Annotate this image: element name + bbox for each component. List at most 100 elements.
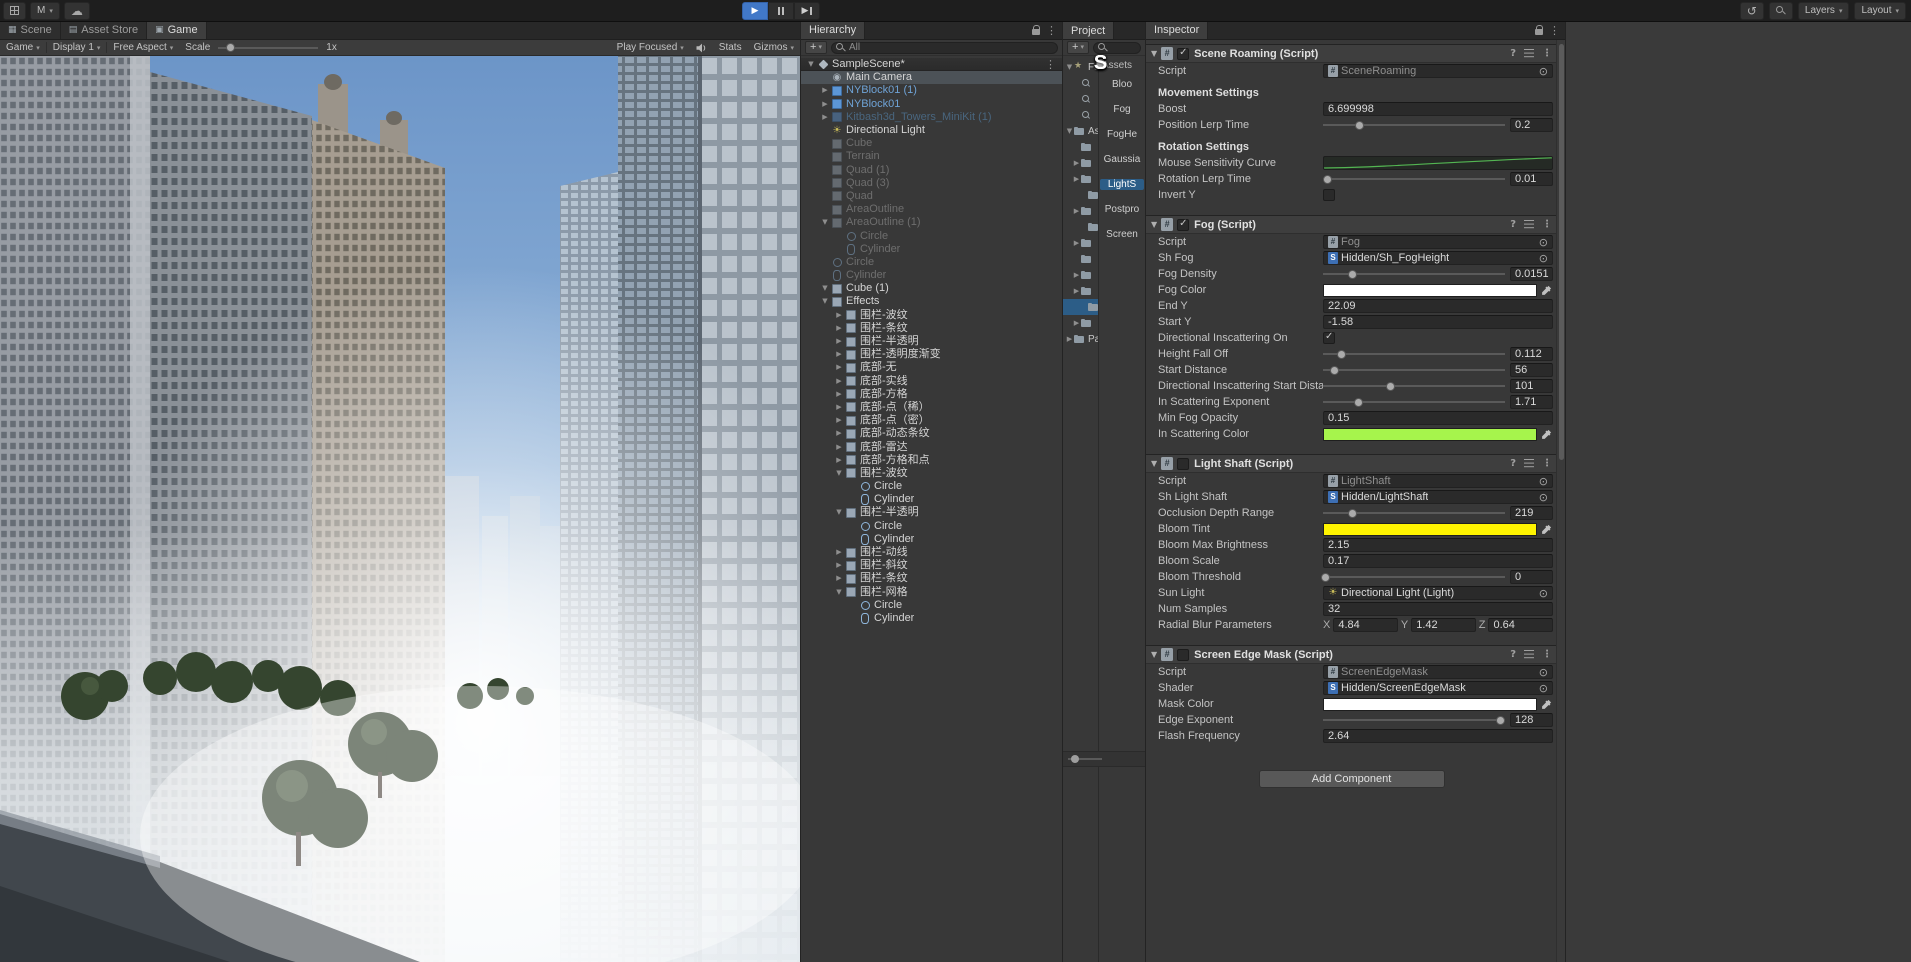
checkbox[interactable]	[1323, 331, 1335, 344]
text-field[interactable]: 2.64	[1323, 729, 1553, 743]
hierarchy-item[interactable]: ▶ 围栏-半透明	[801, 335, 1062, 348]
foldout-closed-icon[interactable]: ▶	[1072, 175, 1081, 183]
object-picker-icon[interactable]: ⊙	[1539, 683, 1548, 694]
slider-thumb[interactable]	[1386, 381, 1396, 391]
kebab-menu-icon[interactable]: ⋮	[1542, 649, 1552, 660]
object-picker-icon[interactable]: ⊙	[1539, 237, 1548, 248]
object-picker-icon[interactable]: ⊙	[1539, 667, 1548, 678]
project-folder-row[interactable]	[1063, 251, 1098, 267]
foldout-open-icon[interactable]: ▼	[819, 282, 831, 295]
slider-thumb[interactable]	[1320, 572, 1330, 582]
scale-slider[interactable]	[218, 43, 319, 52]
hierarchy-item[interactable]: Circle	[801, 229, 1062, 242]
hierarchy-item[interactable]: ▶ 底部-方格	[801, 388, 1062, 401]
slider-thumb[interactable]	[1355, 120, 1365, 130]
project-folder-row[interactable]	[1063, 139, 1098, 155]
hierarchy-item[interactable]: ▼ Effects	[801, 295, 1062, 308]
hierarchy-item[interactable]: ▶ 底部-无	[801, 361, 1062, 374]
hierarchy-item[interactable]: Cylinder	[801, 243, 1062, 256]
foldout-closed-icon[interactable]: ▶	[1072, 287, 1081, 295]
project-folder-row[interactable]	[1063, 91, 1098, 107]
kebab-menu-icon[interactable]: ⋮	[1542, 48, 1552, 59]
text-field[interactable]: 22.09	[1323, 299, 1553, 313]
hierarchy-item[interactable]: Main Camera	[801, 71, 1062, 85]
object-field[interactable]: # Fog ⊙	[1323, 235, 1553, 249]
slider-track[interactable]	[1320, 570, 1505, 584]
foldout-open-icon[interactable]: ▼	[1065, 127, 1074, 135]
slider-track[interactable]	[1323, 506, 1505, 520]
slider-value-field[interactable]: 0.01	[1510, 172, 1553, 186]
object-field[interactable]: ☀ Directional Light (Light) ⊙	[1323, 586, 1553, 600]
project-folder-row[interactable]: ▶	[1063, 155, 1098, 171]
foldout-closed-icon[interactable]: ▶	[1065, 335, 1074, 343]
vector-field[interactable]: 1.42	[1411, 618, 1476, 632]
hierarchy-item[interactable]: ▼ 围栏-网格	[801, 586, 1062, 599]
eyedropper-icon[interactable]	[1541, 699, 1553, 710]
project-folder-row[interactable]: ▶	[1063, 171, 1098, 187]
hierarchy-item[interactable]: ▼ AreaOutline (1)	[801, 216, 1062, 229]
object-field[interactable]: # SceneRoaming ⊙	[1323, 64, 1553, 78]
help-icon[interactable]: ?	[1510, 649, 1516, 660]
slider-track[interactable]	[1323, 379, 1505, 393]
foldout-closed-icon[interactable]: ▶	[1072, 271, 1081, 279]
hierarchy-item[interactable]: ▶ 底部-点（密）	[801, 414, 1062, 427]
vector-field[interactable]: 0.64	[1488, 618, 1554, 632]
foldout-closed-icon[interactable]: ▶	[833, 546, 845, 559]
component-header[interactable]: ▼#Scene Roaming (Script)?⋮	[1146, 45, 1557, 63]
tab-game[interactable]: ▣ Game	[147, 22, 207, 39]
preset-icon[interactable]	[1524, 649, 1534, 652]
foldout-closed-icon[interactable]: ▶	[833, 375, 845, 388]
project-folder-row[interactable]: ▼ As	[1063, 123, 1098, 139]
hierarchy-item[interactable]: ▶ Kitbash3d_Towers_MiniKit (1)	[801, 111, 1062, 124]
slider-value-field[interactable]: 0.112	[1510, 347, 1553, 361]
slider-value-field[interactable]: 219	[1510, 506, 1553, 520]
color-swatch[interactable]	[1323, 522, 1537, 536]
hierarchy-item[interactable]: ▶ NYBlock01	[801, 98, 1062, 111]
lock-icon[interactable]	[1535, 25, 1544, 35]
project-folder-row[interactable]: ▼Fa	[1063, 59, 1098, 75]
tab-scene[interactable]: ▦ Scene	[0, 22, 61, 39]
hierarchy-item[interactable]: AreaOutline	[801, 203, 1062, 216]
hierarchy-item[interactable]: Cylinder	[801, 533, 1062, 546]
hierarchy-item[interactable]: ▶ 围栏-透明度渐变	[801, 348, 1062, 361]
layers-dropdown[interactable]: Layers ▾	[1797, 1, 1850, 20]
thumbnail-zoom-slider[interactable]	[1068, 755, 1102, 763]
object-field[interactable]: # ScreenEdgeMask ⊙	[1323, 665, 1553, 679]
eyedropper-icon[interactable]	[1541, 285, 1553, 296]
mute-audio-button[interactable]	[690, 40, 713, 56]
foldout-closed-icon[interactable]: ▶	[1072, 207, 1081, 215]
add-component-button[interactable]: Add Component	[1258, 770, 1445, 788]
layout-dropdown[interactable]: Layout ▾	[1854, 1, 1906, 20]
foldout-open-icon[interactable]: ▼	[1151, 459, 1157, 468]
foldout-open-icon[interactable]: ▼	[805, 58, 817, 70]
project-folder-row[interactable]	[1063, 75, 1098, 91]
foldout-closed-icon[interactable]: ▶	[833, 309, 845, 322]
asset-item[interactable]: S FogHe	[1094, 52, 1145, 141]
help-icon[interactable]: ?	[1510, 219, 1516, 230]
foldout-open-icon[interactable]: ▼	[833, 506, 845, 519]
hierarchy-item[interactable]: ▶ 底部-点（稀）	[801, 401, 1062, 414]
project-folder-row[interactable]	[1063, 187, 1098, 203]
object-picker-icon[interactable]: ⊙	[1539, 253, 1548, 264]
zoom-slider-thumb[interactable]	[1071, 755, 1080, 763]
slider-thumb[interactable]	[1495, 715, 1505, 725]
curve-field[interactable]	[1323, 156, 1553, 170]
display-dropdown[interactable]: Display 1 ▾	[47, 40, 107, 56]
text-field[interactable]: 2.15	[1323, 538, 1553, 552]
slider-value-field[interactable]: 56	[1510, 363, 1553, 377]
hierarchy-item[interactable]: ▼ 围栏-半透明	[801, 506, 1062, 519]
hierarchy-item[interactable]: ▶ NYBlock01 (1)	[801, 84, 1062, 97]
slider-value-field[interactable]: 0.2	[1510, 118, 1553, 132]
kebab-menu-icon[interactable]: ⋮	[1542, 458, 1552, 469]
hierarchy-item[interactable]: ▶ 围栏-斜纹	[801, 559, 1062, 572]
stats-button[interactable]: Stats	[713, 40, 748, 56]
foldout-closed-icon[interactable]: ▶	[819, 98, 831, 111]
inspector-scrollbar[interactable]	[1556, 40, 1565, 962]
preset-icon[interactable]	[1524, 219, 1534, 222]
hierarchy-item[interactable]: Circle	[801, 256, 1062, 269]
component-header[interactable]: ▼ # Screen Edge Mask (Script)? ⋮	[1146, 646, 1557, 664]
scale-slider-thumb[interactable]	[226, 43, 236, 52]
hierarchy-item[interactable]: Quad (1)	[801, 164, 1062, 177]
object-field[interactable]: S Hidden/LightShaft ⊙	[1323, 490, 1553, 504]
asset-item[interactable]: S Screen	[1094, 52, 1145, 241]
